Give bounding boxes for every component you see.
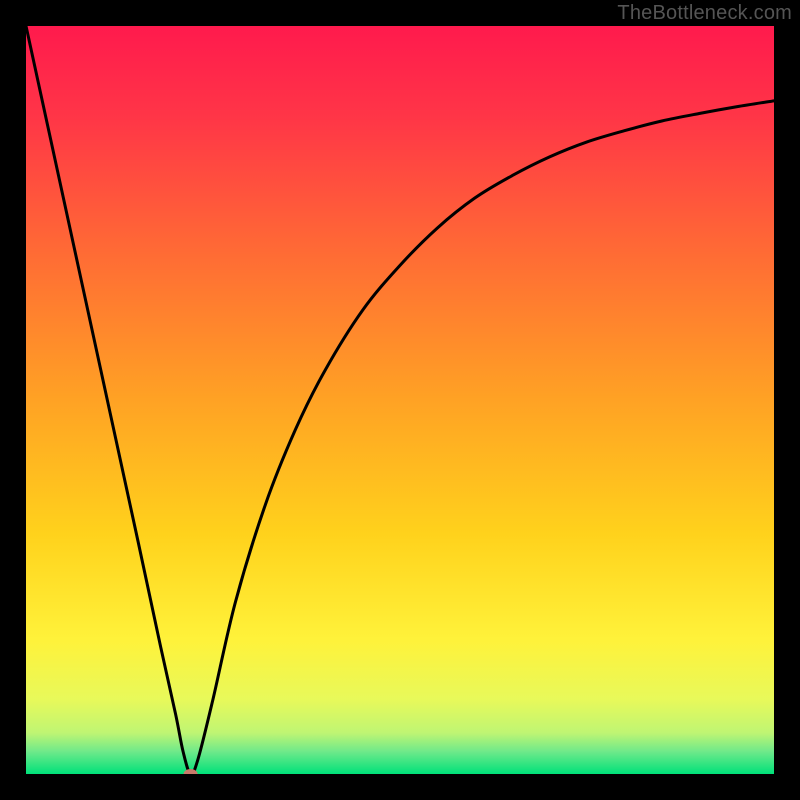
chart-frame: TheBottleneck.com xyxy=(0,0,800,800)
watermark-text: TheBottleneck.com xyxy=(617,2,792,25)
bottleneck-chart xyxy=(26,26,774,774)
gradient-background xyxy=(26,26,774,774)
